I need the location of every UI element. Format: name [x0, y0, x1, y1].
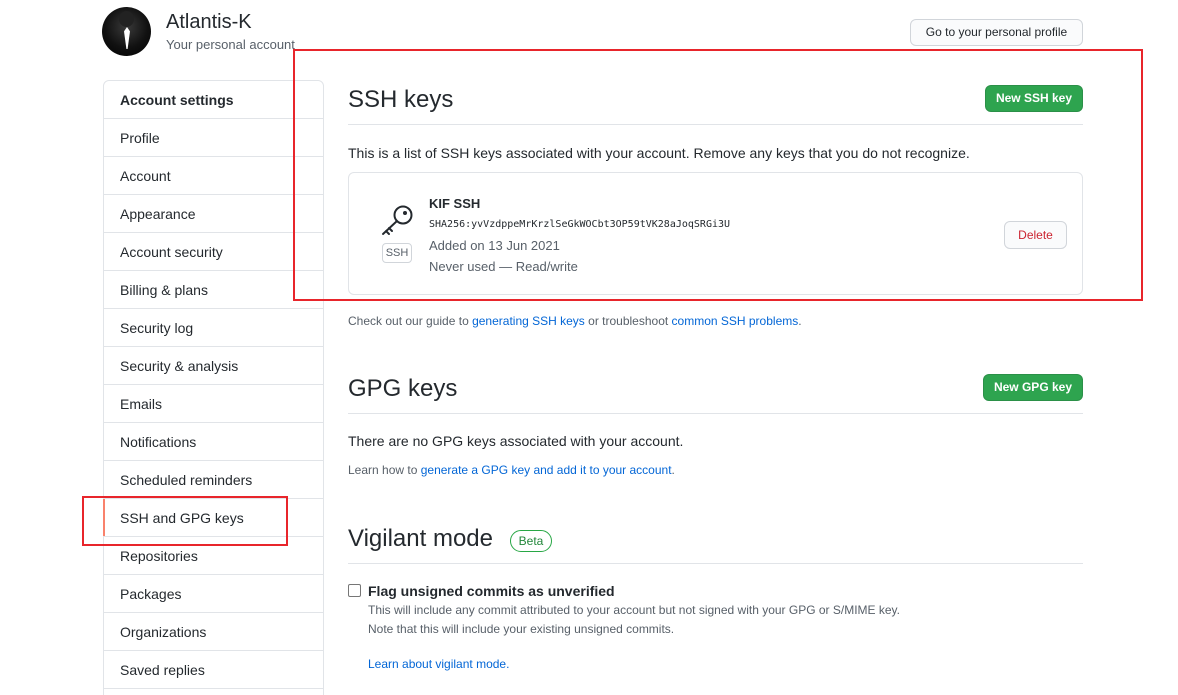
sidebar-item-security-analysis[interactable]: Security & analysis	[104, 347, 323, 385]
sidebar-item-appearance[interactable]: Appearance	[104, 195, 323, 233]
generating-ssh-keys-link[interactable]: generating SSH keys	[472, 314, 585, 328]
learn-vigilant-mode-link[interactable]: Learn about vigilant mode.	[368, 657, 509, 671]
annotation-box-ssh-keys	[293, 49, 1143, 301]
sidebar-heading: Account settings	[104, 81, 323, 119]
settings-sidebar: Account settings Profile Account Appeara…	[103, 80, 324, 695]
ssh-guide-prefix: Check out our guide to	[348, 314, 473, 328]
generate-gpg-key-link[interactable]: generate a GPG key and add it to your ac…	[421, 463, 672, 477]
vigilant-divider	[348, 563, 1083, 564]
vigilant-description-1: This will include any commit attributed …	[368, 603, 901, 617]
vigilant-description-2: Note that this will include your existin…	[368, 622, 675, 636]
sidebar-item-notifications[interactable]: Notifications	[104, 423, 323, 461]
flag-unsigned-commits-checkbox[interactable]	[348, 584, 361, 597]
avatar[interactable]	[102, 7, 151, 56]
beta-badge: Beta	[510, 530, 552, 552]
common-ssh-problems-link[interactable]: common SSH problems	[672, 314, 799, 328]
gpg-divider	[348, 413, 1083, 414]
sidebar-item-security-log[interactable]: Security log	[104, 309, 323, 347]
ssh-guide-suffix: .	[798, 314, 802, 328]
gpg-learn-prefix: Learn how to	[348, 463, 421, 477]
sidebar-item-saved-replies[interactable]: Saved replies	[104, 651, 323, 689]
ssh-guide-middle: or troubleshoot	[584, 314, 672, 328]
username[interactable]: Atlantis-K	[166, 11, 252, 34]
ssh-guide-text: Check out our guide to generating SSH ke…	[348, 314, 802, 328]
new-gpg-key-button[interactable]: New GPG key	[983, 374, 1083, 401]
account-subtitle: Your personal account	[166, 37, 295, 52]
vigilant-mode-title: Vigilant mode	[348, 525, 493, 552]
sidebar-item-scheduled-reminders[interactable]: Scheduled reminders	[104, 461, 323, 499]
avatar-tie	[124, 27, 130, 49]
gpg-learn-text: Learn how to generate a GPG key and add …	[348, 463, 675, 477]
go-to-profile-button[interactable]: Go to your personal profile	[910, 19, 1083, 46]
sidebar-item-billing[interactable]: Billing & plans	[104, 271, 323, 309]
sidebar-item-packages[interactable]: Packages	[104, 575, 323, 613]
gpg-keys-title: GPG keys	[348, 375, 458, 402]
sidebar-item-account-security[interactable]: Account security	[104, 233, 323, 271]
avatar-head	[119, 11, 134, 27]
gpg-learn-suffix: .	[671, 463, 675, 477]
sidebar-item-profile[interactable]: Profile	[104, 119, 323, 157]
gpg-empty-text: There are no GPG keys associated with yo…	[348, 433, 684, 449]
sidebar-item-organizations[interactable]: Organizations	[104, 613, 323, 651]
flag-unsigned-commits-label[interactable]: Flag unsigned commits as unverified	[368, 583, 615, 599]
annotation-box-sidebar-ssh	[82, 496, 288, 546]
sidebar-item-emails[interactable]: Emails	[104, 385, 323, 423]
sidebar-item-account[interactable]: Account	[104, 157, 323, 195]
